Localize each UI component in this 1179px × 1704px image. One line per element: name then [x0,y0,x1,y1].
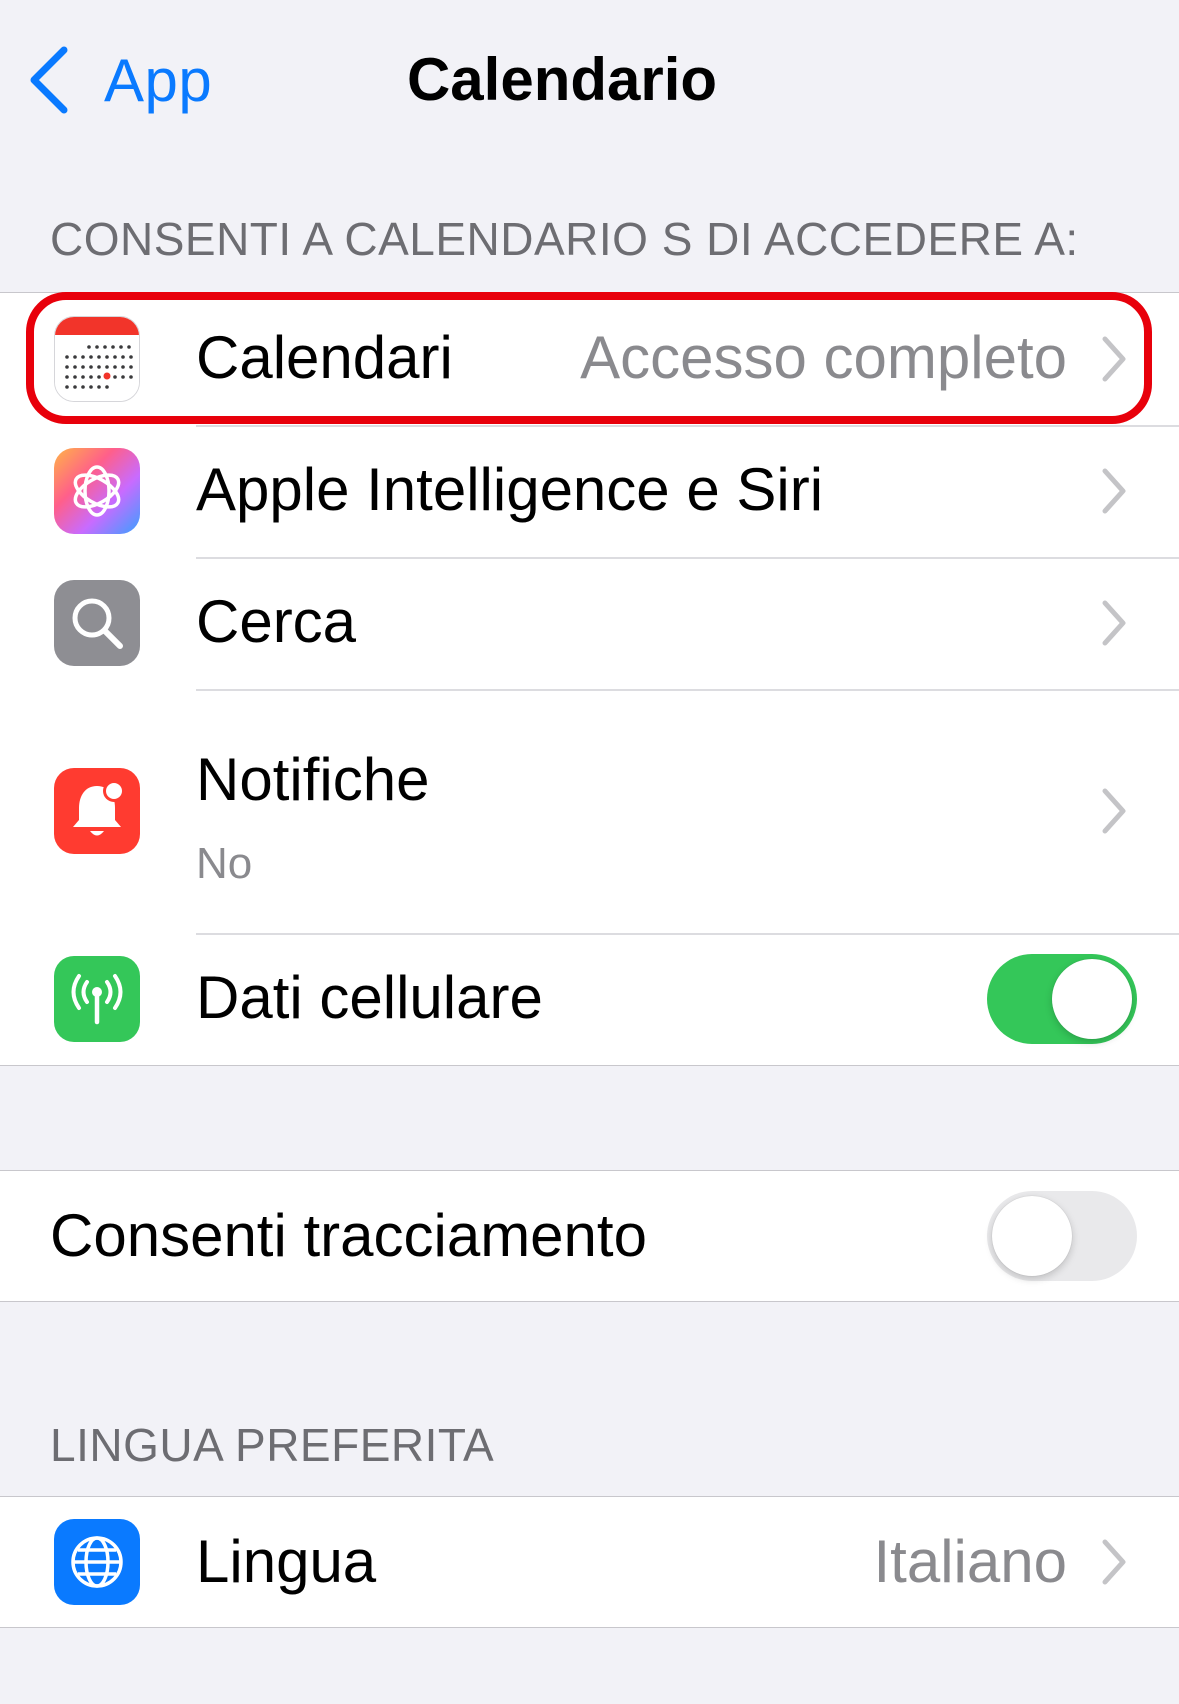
row-cerca[interactable]: Cerca [0,557,1179,689]
row-label-calendari: Calendari [196,324,453,391]
tracking-group: Consenti tracciamento [0,1170,1179,1302]
toggle-knob [992,1196,1072,1276]
navigation-bar: App Calendario [0,0,1179,170]
row-value-calendari: Accesso completo [580,324,1067,391]
row-notifiche[interactable]: Notifiche No [0,689,1179,933]
chevron-right-icon [1102,600,1126,646]
chevron-right-icon [1102,1539,1126,1585]
apple-intelligence-icon [54,448,140,534]
calendar-icon [54,316,140,402]
row-sublabel-notifiche: No [196,839,253,888]
row-lingua[interactable]: Lingua Italiano [0,1497,1179,1627]
language-group: Lingua Italiano [0,1496,1179,1628]
tracking-toggle[interactable] [987,1191,1137,1281]
row-label-dati-cellulare: Dati cellulare [196,964,543,1031]
row-consenti-tracciamento: Consenti tracciamento [0,1171,1179,1301]
page-title: Calendario [406,46,718,113]
cellular-antenna-icon [54,956,140,1042]
row-label-cerca: Cerca [196,588,357,655]
row-calendari[interactable]: Calendari Accesso completo [0,293,1179,425]
globe-icon [54,1519,140,1605]
row-dati-cellulare: Dati cellulare [0,933,1179,1065]
section-header-language: LINGUA PREFERITA [50,1419,495,1471]
cellular-data-toggle[interactable] [987,954,1137,1044]
chevron-right-icon [1102,336,1126,382]
notification-bell-icon [54,768,140,854]
row-apple-intelligence-siri[interactable]: Apple Intelligence e Siri [0,425,1179,557]
access-settings-group: Calendari Accesso completo Apple Intelli… [0,292,1179,1066]
search-icon [54,580,140,666]
chevron-right-icon [1102,788,1126,834]
row-label-lingua: Lingua [196,1528,377,1595]
toggle-knob [1052,959,1132,1039]
chevron-right-icon [1102,468,1126,514]
row-value-lingua: Italiano [873,1528,1067,1595]
section-header-access: CONSENTI A CALENDARIO S DI ACCEDERE A: [50,213,1079,265]
row-label-tracciamento: Consenti tracciamento [50,1202,647,1269]
row-label-notifiche: Notifiche [196,746,430,813]
row-label-apple-intelligence: Apple Intelligence e Siri [196,456,824,523]
